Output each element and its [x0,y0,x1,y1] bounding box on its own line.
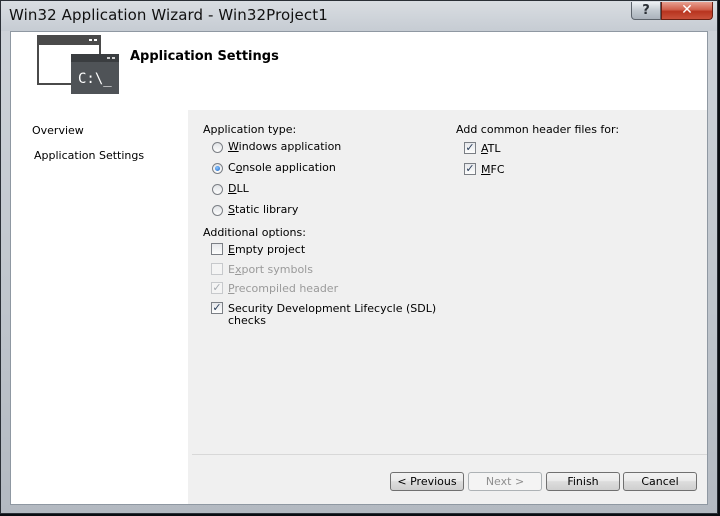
finish-button[interactable]: Finish [546,472,620,491]
radio-static-library[interactable] [212,205,223,216]
previous-button[interactable]: < Previous [390,472,464,491]
title-bar[interactable]: Win32 Application Wizard - Win32Project1… [1,1,717,31]
help-button[interactable]: ? [631,2,661,20]
radio-console-application[interactable] [212,163,223,174]
checkbox-empty-project[interactable] [211,243,223,255]
radio-console-application-label[interactable]: Console application [228,161,336,174]
sidebar-item-overview[interactable]: Overview [32,124,84,137]
checkbox-precompiled-header: ✓ [211,281,223,294]
radio-dll-label[interactable]: DLL [228,182,249,195]
checkbox-sdl-checks[interactable]: ✓ [211,302,223,314]
common-headers-label: Add common header files for: [456,123,620,136]
sidebar-item-application-settings[interactable]: Application Settings [34,149,144,162]
checkbox-atl[interactable]: ✓ [464,142,476,154]
console-window-icon: C:\_ [37,35,119,94]
wizard-header: C:\_ Application Settings [11,32,707,110]
checkbox-mfc-label[interactable]: MFC [481,163,505,176]
next-button[interactable]: Next > [468,472,542,491]
radio-windows-application[interactable] [212,142,223,153]
checkbox-sdl-checks-label-line2[interactable]: checks [228,314,266,327]
application-type-label: Application type: [203,123,297,136]
radio-windows-application-label[interactable]: Windows application [228,140,341,153]
checkbox-mfc[interactable]: ✓ [464,163,476,175]
cancel-button[interactable]: Cancel [623,472,697,491]
wizard-window: Win32 Application Wizard - Win32Project1… [0,0,718,514]
console-prompt-text: C:\_ [78,71,112,87]
window-title: Win32 Application Wizard - Win32Project1 [9,6,328,24]
checkbox-export-symbols [211,263,223,275]
checkbox-precompiled-header-label: Precompiled header [228,282,339,295]
additional-options-label: Additional options: [203,226,306,239]
checkbox-export-symbols-label: Export symbols [228,263,313,276]
wizard-client-area: C:\_ Application Settings Overview Appli… [10,31,708,505]
wizard-sidebar: Overview Application Settings [11,110,188,504]
checkbox-atl-label[interactable]: ATL [481,142,501,155]
radio-dll[interactable] [212,184,223,195]
button-separator [192,454,707,455]
radio-static-library-label[interactable]: Static library [228,203,298,216]
checkbox-empty-project-label[interactable]: Empty project [228,243,305,256]
close-button[interactable]: ✕ [661,2,713,20]
settings-panel: Application type: Windows application Co… [192,112,707,504]
page-title: Application Settings [130,49,279,64]
